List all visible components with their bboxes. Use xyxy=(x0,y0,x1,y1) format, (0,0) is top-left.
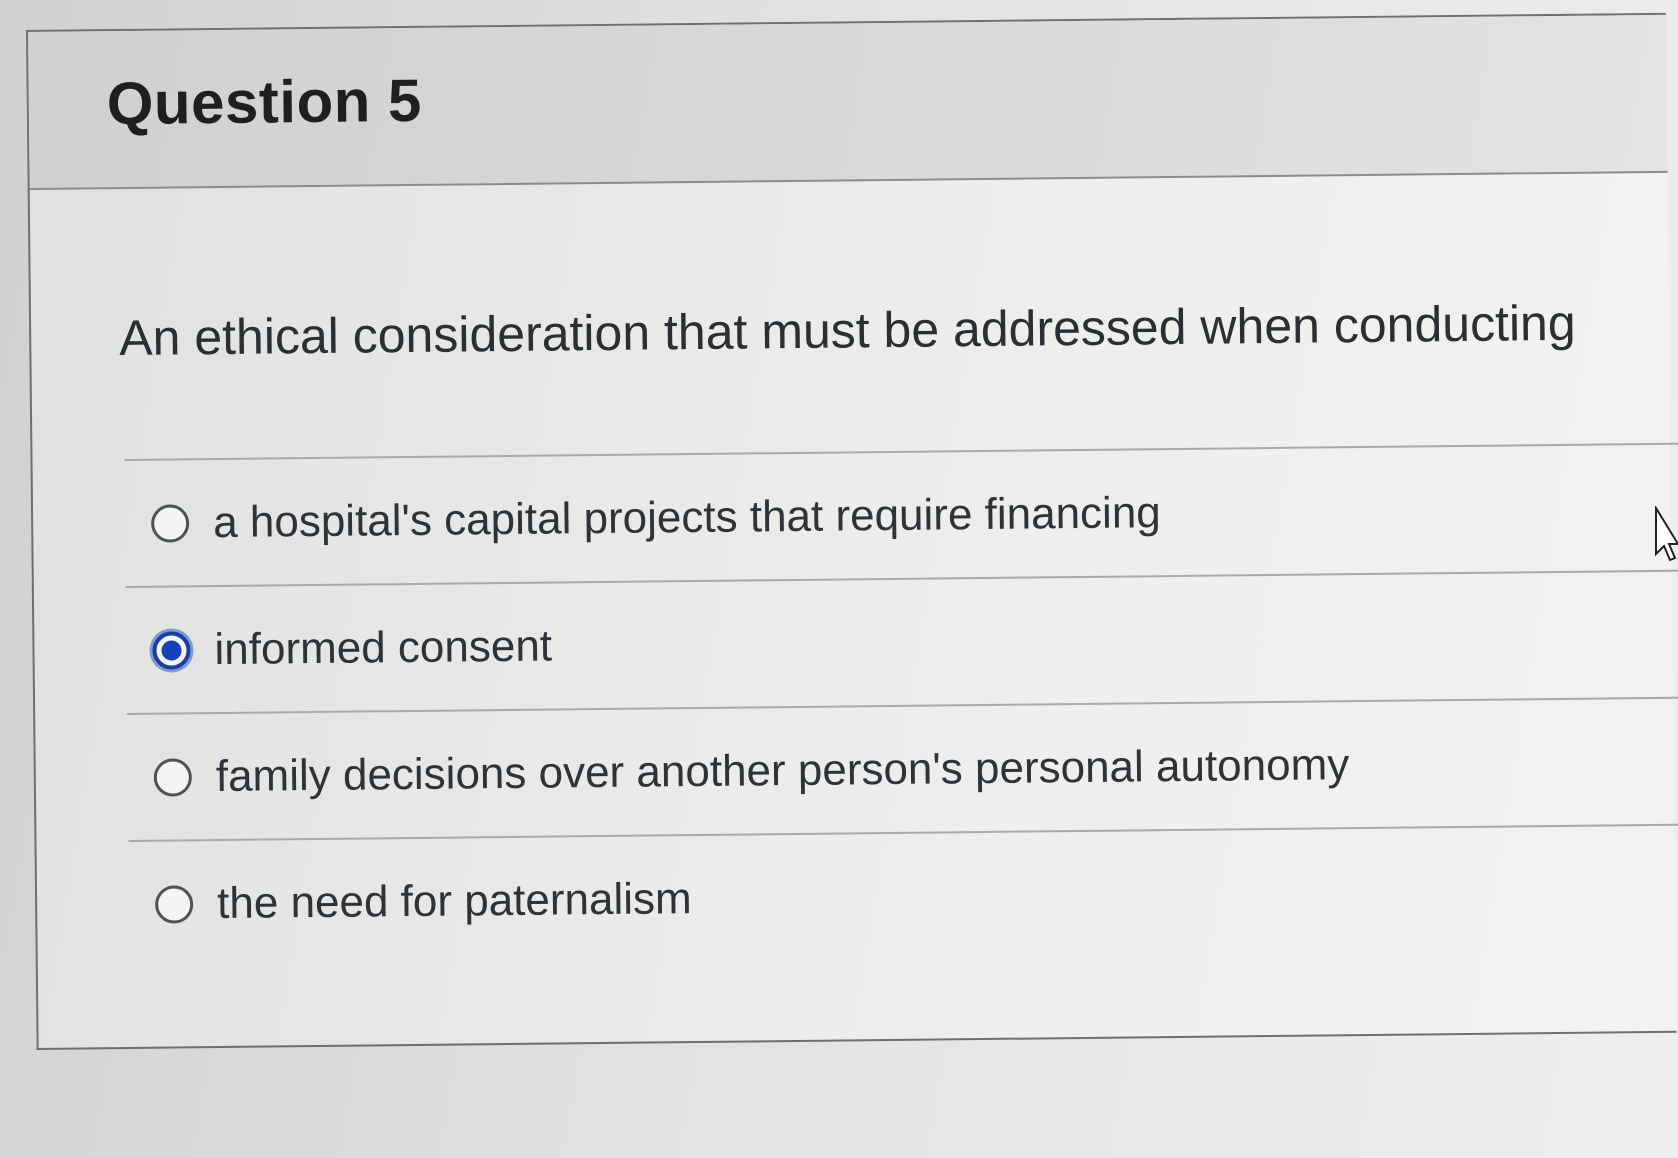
answer-label[interactable]: the need for paternalism xyxy=(217,874,692,929)
question-card: Question 5 An ethical consideration that… xyxy=(26,12,1678,1050)
answer-option-3[interactable]: family decisions over another person's p… xyxy=(127,696,1678,840)
answer-label[interactable]: informed consent xyxy=(214,621,552,675)
answer-label[interactable]: family decisions over another person's p… xyxy=(216,740,1350,802)
answer-label[interactable]: a hospital's capital projects that requi… xyxy=(213,488,1161,548)
answer-option-2[interactable]: informed consent xyxy=(125,569,1678,713)
radio-button-selected[interactable] xyxy=(152,630,191,670)
radio-button-unselected[interactable] xyxy=(150,503,190,543)
radio-button-unselected[interactable] xyxy=(154,884,194,924)
question-header: Question 5 xyxy=(28,14,1668,190)
answer-option-4[interactable]: the need for paternalism xyxy=(128,823,1678,967)
answer-option-1[interactable]: a hospital's capital projects that requi… xyxy=(124,442,1678,586)
radio-button-unselected[interactable] xyxy=(153,757,193,797)
mouse-pointer-icon xyxy=(1655,506,1678,562)
screen-background: Question 5 An ethical consideration that… xyxy=(0,0,1678,1158)
answer-list: a hospital's capital projects that requi… xyxy=(124,442,1678,967)
question-title: Question 5 xyxy=(106,66,423,138)
question-text: An ethical consideration that must be ad… xyxy=(118,294,1576,367)
